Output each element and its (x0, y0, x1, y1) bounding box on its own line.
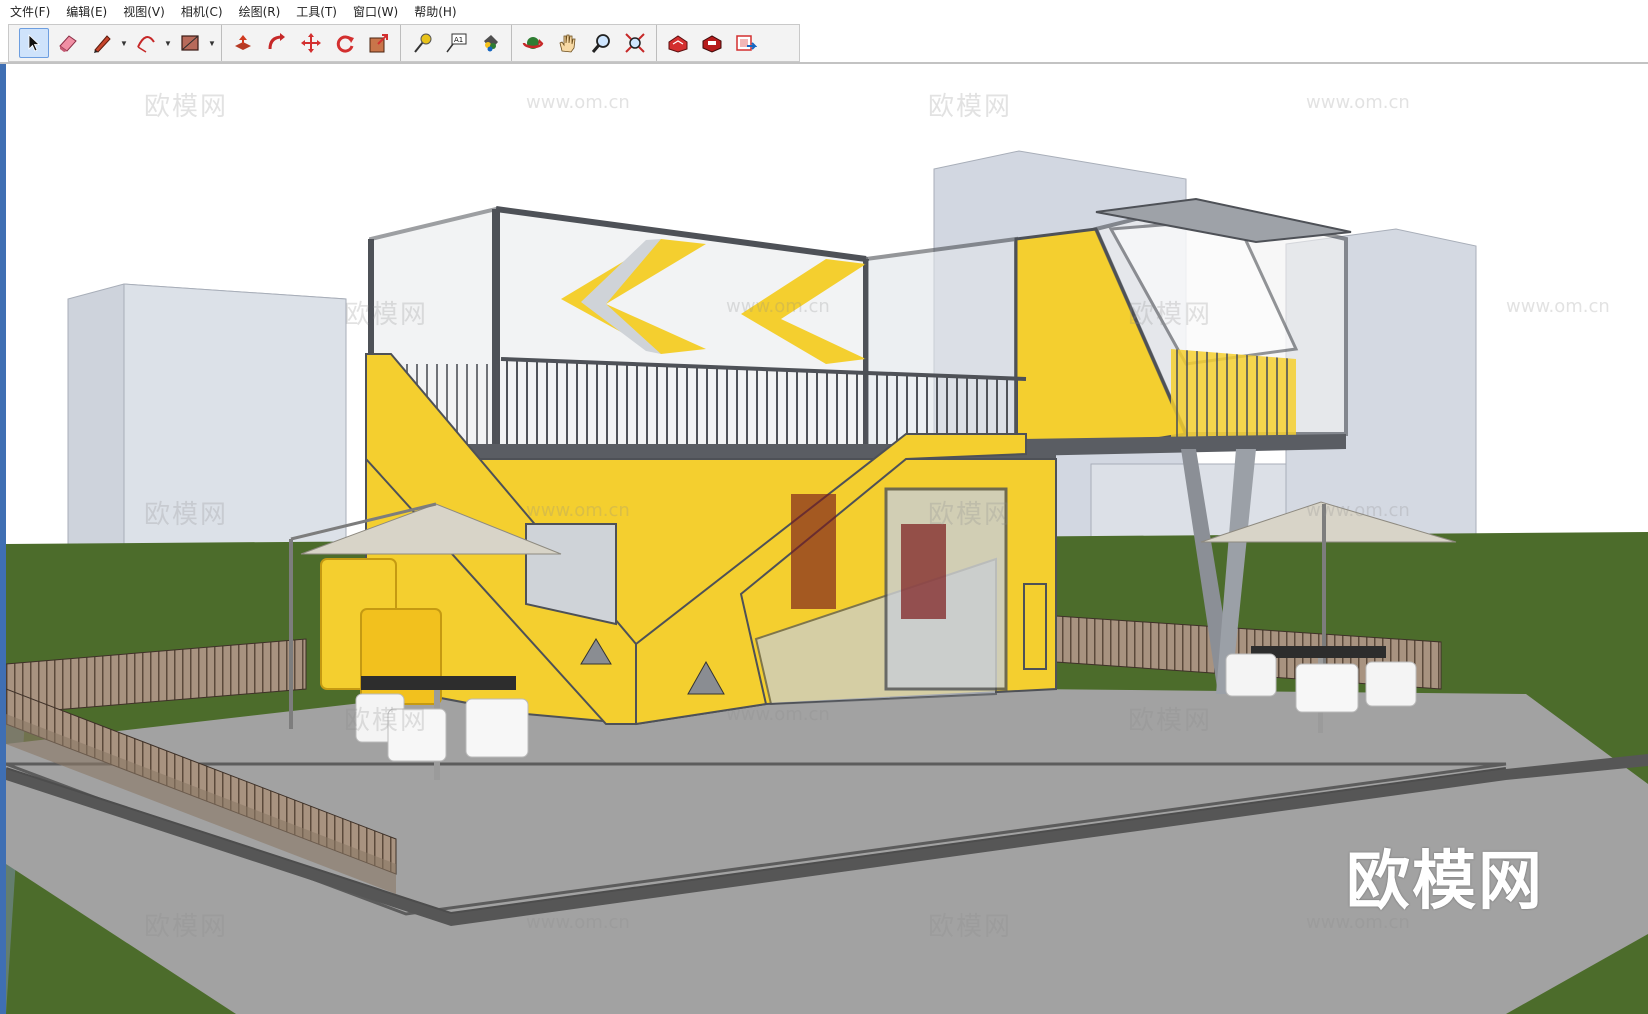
watermark-url: www.om.cn (526, 92, 630, 113)
text-tool-label: A1 (454, 36, 463, 44)
pan-tool-button[interactable] (552, 28, 582, 58)
follow-me-icon (268, 33, 285, 50)
paint-bucket-icon (484, 35, 498, 52)
tape-measure-icon (414, 33, 432, 53)
toolbar-group-warehouse (657, 25, 767, 61)
watermark-brand: 欧模网 (344, 706, 429, 736)
tape-measure-tool-button[interactable] (407, 28, 437, 58)
eraser-icon (59, 35, 77, 52)
pencil-tool-button[interactable] (87, 28, 117, 58)
rectangle-icon (181, 35, 199, 51)
paint-bucket-tool-button[interactable] (475, 28, 505, 58)
watermark-brand: 欧模网 (144, 500, 229, 530)
extension-warehouse-icon (702, 35, 722, 53)
select-tool-button[interactable] (19, 28, 49, 58)
menu-help[interactable]: 帮助(H) (408, 0, 462, 24)
scale-tool-button[interactable] (364, 28, 394, 58)
orbit-tool-button[interactable] (518, 28, 548, 58)
rectangle-dropdown[interactable]: ▼ (207, 28, 217, 58)
zoom-tool-button[interactable] (586, 28, 616, 58)
toolbar-group-draw: ▼ ▼ ▼ (13, 25, 222, 61)
brand-logo-watermark: 欧模网 (1346, 845, 1544, 919)
toolbar-group-edit (222, 25, 401, 61)
text-tool-button[interactable]: A1 (441, 28, 471, 58)
push-pull-tool-button[interactable] (228, 28, 258, 58)
warehouse-tool-button[interactable] (663, 28, 693, 58)
menu-file[interactable]: 文件(F) (4, 0, 56, 24)
menu-draw[interactable]: 绘图(R) (233, 0, 287, 24)
send-to-layout-tool-button[interactable] (731, 28, 761, 58)
watermark-brand: 欧模网 (1128, 706, 1213, 736)
warehouse-icon (668, 35, 688, 53)
text-icon: A1 (446, 33, 467, 53)
arc-icon (137, 36, 155, 53)
menu-view[interactable]: 视图(V) (117, 0, 171, 24)
orbit-icon (522, 37, 544, 49)
arc-dropdown[interactable]: ▼ (163, 28, 173, 58)
watermark-brand: 欧模网 (928, 500, 1013, 530)
watermark-brand: 欧模网 (1128, 300, 1213, 330)
menu-tools[interactable]: 工具(T) (290, 0, 343, 24)
watermark-brand: 欧模网 (144, 92, 229, 122)
select-icon (28, 34, 41, 52)
rectangle-tool-button[interactable] (175, 28, 205, 58)
watermark-brand: 欧模网 (928, 92, 1013, 122)
menu-bar: 文件(F) 编辑(E) 视图(V) 相机(C) 绘图(R) 工具(T) 窗口(W… (0, 0, 1648, 24)
toolbar-group-construction: A1 (401, 25, 512, 61)
push-pull-icon (235, 35, 251, 50)
zoom-extents-tool-button[interactable] (620, 28, 650, 58)
pencil-icon (94, 35, 111, 53)
rotate-icon (336, 35, 354, 53)
watermark-url: www.om.cn (1506, 296, 1610, 317)
scale-icon (369, 34, 388, 53)
menu-window[interactable]: 窗口(W) (347, 0, 404, 24)
rotate-tool-button[interactable] (330, 28, 360, 58)
watermark-url: www.om.cn (726, 704, 830, 725)
extension-warehouse-tool-button[interactable] (697, 28, 727, 58)
pan-icon (559, 34, 576, 53)
move-tool-button[interactable] (296, 28, 326, 58)
watermark-url: www.om.cn (526, 912, 630, 933)
watermark-url: www.om.cn (726, 296, 830, 317)
watermark-brand: 欧模网 (928, 912, 1013, 942)
watermark-brand: 欧模网 (344, 300, 429, 330)
follow-me-tool-button[interactable] (262, 28, 292, 58)
zoom-extents-icon (625, 33, 645, 53)
pencil-dropdown[interactable]: ▼ (119, 28, 129, 58)
watermark-url: www.om.cn (1306, 92, 1410, 113)
watermark-brand: 欧模网 (144, 912, 229, 942)
watermark-url: www.om.cn (526, 500, 630, 521)
move-icon (301, 33, 321, 53)
zoom-icon (591, 34, 610, 53)
menu-camera[interactable]: 相机(C) (175, 0, 229, 24)
arc-tool-button[interactable] (131, 28, 161, 58)
watermark-url: www.om.cn (1306, 500, 1410, 521)
menu-edit[interactable]: 编辑(E) (60, 0, 113, 24)
send-to-layout-icon (736, 35, 757, 51)
toolbar-group-camera (512, 25, 657, 61)
eraser-tool-button[interactable] (53, 28, 83, 58)
main-toolbar: ▼ ▼ ▼ A1 (8, 24, 800, 62)
